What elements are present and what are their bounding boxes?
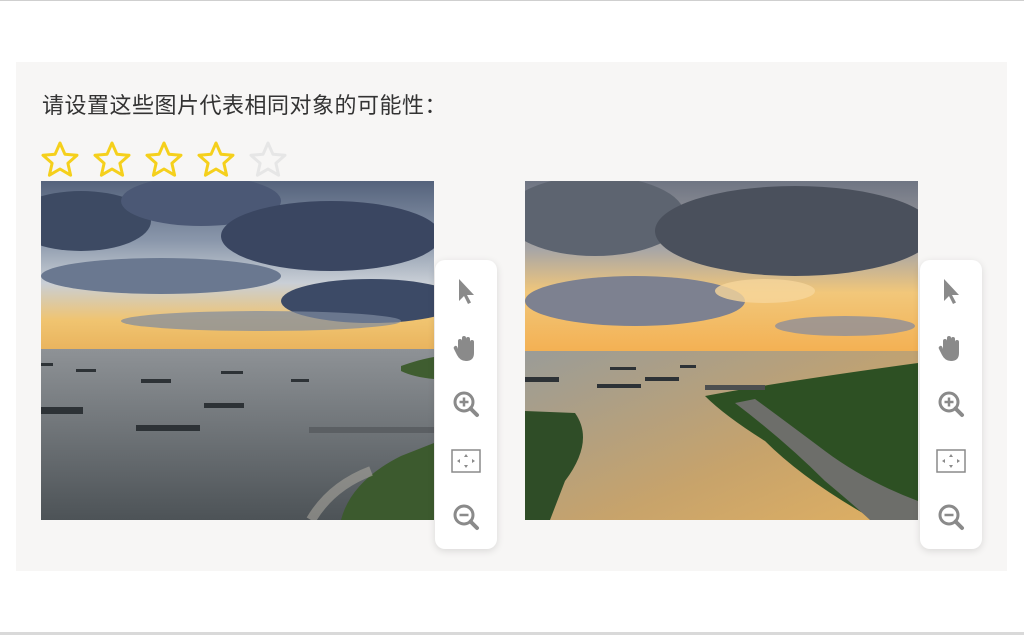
star-3[interactable]	[144, 140, 184, 180]
zoom-out-icon[interactable]	[935, 501, 967, 533]
pointer-icon[interactable]	[935, 275, 967, 307]
hand-icon[interactable]	[935, 332, 967, 364]
hand-icon[interactable]	[450, 332, 482, 364]
pointer-icon[interactable]	[450, 275, 482, 307]
top-divider	[0, 0, 1024, 1]
question-prompt: 请设置这些图片代表相同对象的可能性：	[42, 94, 448, 119]
fit-screen-icon[interactable]	[935, 445, 967, 477]
right-image-toolbar	[920, 260, 982, 549]
left-image-toolbar	[435, 260, 497, 549]
zoom-out-icon[interactable]	[450, 501, 482, 533]
left-image	[41, 181, 434, 520]
right-image	[525, 181, 918, 520]
star-1[interactable]	[40, 140, 80, 180]
star-4[interactable]	[196, 140, 236, 180]
fit-screen-icon[interactable]	[450, 445, 482, 477]
zoom-in-icon[interactable]	[935, 388, 967, 420]
star-2[interactable]	[92, 140, 132, 180]
star-5[interactable]	[248, 140, 288, 180]
star-rating[interactable]	[40, 140, 288, 180]
zoom-in-icon[interactable]	[450, 388, 482, 420]
